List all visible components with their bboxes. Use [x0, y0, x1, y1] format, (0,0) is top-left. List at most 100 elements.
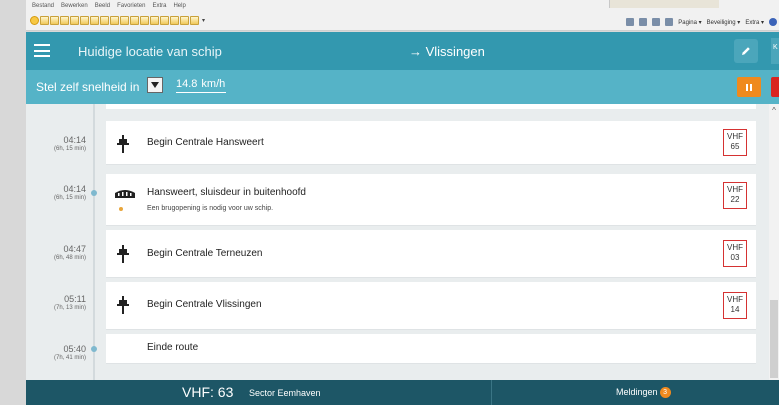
menu-pagina[interactable]: Pagina ▾: [678, 19, 701, 26]
feeds-icon[interactable]: [639, 18, 648, 26]
eta: 05:11 (7h, 13 min): [26, 294, 86, 311]
current-sector: Sector Eemhaven: [249, 388, 321, 398]
timeline-dot: [91, 346, 97, 352]
route-list-scrollbar[interactable]: ^: [769, 104, 779, 380]
menu-beeld[interactable]: Beeld: [95, 3, 110, 9]
route-item: 05:40 (7h, 41 min) Einde route: [26, 334, 769, 364]
eta-time: 04:47: [63, 244, 86, 254]
footer-divider: [491, 380, 492, 405]
header-extra-button[interactable]: K: [771, 38, 779, 64]
vhf-channel-badge[interactable]: VHF 14: [723, 292, 747, 319]
station-icon: [117, 135, 129, 153]
mail-icon[interactable]: [652, 18, 661, 26]
speed-input[interactable]: 14.8 km/h: [176, 78, 226, 93]
favorite-icon[interactable]: [160, 16, 169, 25]
vhf-channel-badge[interactable]: VHF 65: [723, 129, 747, 156]
speed-dropdown[interactable]: [147, 77, 163, 93]
station-icon: [117, 296, 129, 314]
vhf-channel: 65: [730, 142, 740, 151]
warning-dot-icon: [119, 207, 123, 211]
vhf-label: VHF: [727, 185, 743, 194]
route-card[interactable]: Begin Centrale Hansweert VHF 65: [106, 121, 756, 165]
favorite-icon[interactable]: [70, 16, 79, 25]
app-header: Huidige locatie van schip → Vlissingen K: [26, 32, 779, 70]
menu-help[interactable]: Help: [173, 3, 185, 9]
edit-button[interactable]: [734, 39, 758, 63]
speed-label: Stel zelf snelheid in: [36, 80, 140, 94]
meldingen-button[interactable]: Meldingen 3: [616, 387, 671, 398]
menu-beveiliging[interactable]: Beveiliging ▾: [707, 19, 741, 26]
favorite-icon[interactable]: [140, 16, 149, 25]
eta-time: 05:40: [63, 344, 86, 354]
speed-bar: Stel zelf snelheid in 14.8 km/h: [26, 70, 779, 104]
current-vhf: VHF: 63: [182, 384, 234, 400]
route-item: 04:47 (6h, 48 min) Begin Centrale Terneu…: [26, 230, 769, 278]
menu-icon[interactable]: [34, 44, 50, 57]
favorite-icon[interactable]: [150, 16, 159, 25]
route-item-note: Een brugopening is nodig voor uw schip.: [147, 205, 274, 212]
print-icon[interactable]: [665, 18, 674, 26]
route-item: 04:14 (6h, 15 min) Begin Centrale Hanswe…: [26, 121, 769, 165]
route-item-name: Begin Centrale Vlissingen: [147, 299, 262, 310]
eta-time: 04:14: [63, 184, 86, 194]
status-footer: VHF: 63 Sector Eemhaven Meldingen 3: [26, 380, 779, 405]
speed-unit: km/h: [201, 78, 226, 90]
browser-command-bar: Pagina ▾ Beveiliging ▾ Extra ▾: [626, 18, 777, 26]
vhf-label: VHF: [727, 243, 743, 252]
route-card[interactable]: Einde route: [106, 334, 756, 364]
route-card[interactable]: Hansweert, sluisdeur in buitenhoofd Een …: [106, 174, 756, 226]
menu-extra-toolbar[interactable]: Extra ▾: [745, 19, 764, 26]
vhf-label: VHF: [727, 132, 743, 141]
menu-bestand[interactable]: Bestand: [32, 3, 54, 9]
favorite-icon[interactable]: [80, 16, 89, 25]
route-item: 05:11 (7h, 13 min) Begin Centrale Vlissi…: [26, 282, 769, 330]
speed-value: 14.8: [176, 78, 198, 90]
vhf-channel-badge[interactable]: VHF 03: [723, 240, 747, 267]
eta-duration: (6h, 48 min): [53, 255, 86, 261]
vhf-channel: 14: [730, 305, 740, 314]
eta: 04:14 (6h, 15 min): [26, 135, 86, 152]
background-map-strip: [609, 0, 719, 8]
route-item-name: Begin Centrale Hansweert: [147, 137, 264, 148]
favorite-icon[interactable]: [170, 16, 179, 25]
route-item: 04:14 (6h, 15 min) Hansweert, sluisdeur …: [26, 174, 769, 226]
current-location-title[interactable]: Huidige locatie van schip: [78, 44, 222, 59]
favorite-icon[interactable]: [110, 16, 119, 25]
chevron-down-icon[interactable]: ▾: [202, 17, 205, 24]
favorite-icon[interactable]: [120, 16, 129, 25]
favorite-icon[interactable]: [100, 16, 109, 25]
chevron-down-icon: [151, 82, 159, 88]
vhf-channel: 22: [730, 195, 740, 204]
eta: 05:40 (7h, 41 min): [26, 344, 86, 361]
favorite-icon[interactable]: [180, 16, 189, 25]
favorite-icon[interactable]: [40, 16, 49, 25]
vhf-channel-badge[interactable]: VHF 22: [723, 182, 747, 209]
timeline-dot: [91, 190, 97, 196]
scroll-up-icon[interactable]: ^: [769, 106, 779, 115]
menu-extra[interactable]: Extra: [152, 3, 166, 9]
help-icon[interactable]: [769, 18, 777, 26]
destination-label: → Vlissingen: [409, 44, 485, 59]
favorite-icon[interactable]: [190, 16, 199, 25]
scroll-thumb[interactable]: [770, 300, 778, 378]
favorite-icon[interactable]: [50, 16, 59, 25]
browser-chrome: Bestand Bewerken Beeld Favorieten Extra …: [26, 0, 779, 31]
menu-favorieten[interactable]: Favorieten: [117, 3, 145, 9]
previous-card-edge: [106, 104, 756, 109]
route-card[interactable]: Begin Centrale Vlissingen VHF 14: [106, 282, 756, 330]
eta-duration: (7h, 41 min): [53, 355, 86, 361]
pause-button[interactable]: [737, 77, 761, 97]
meldingen-label: Meldingen: [616, 387, 658, 397]
menu-bewerken[interactable]: Bewerken: [61, 3, 88, 9]
route-list: 04:14 (6h, 15 min) Begin Centrale Hanswe…: [26, 104, 769, 380]
favorite-icon[interactable]: [60, 16, 69, 25]
favorite-icon[interactable]: [130, 16, 139, 25]
eta-duration: (6h, 15 min): [53, 195, 86, 201]
favorite-icon[interactable]: [90, 16, 99, 25]
stop-button[interactable]: [771, 77, 779, 97]
home-icon[interactable]: [626, 18, 635, 26]
route-card[interactable]: Begin Centrale Terneuzen VHF 03: [106, 230, 756, 278]
favorites-bar: ▾: [30, 16, 205, 25]
route-item-name: Einde route: [147, 342, 199, 353]
favorites-star-icon[interactable]: [30, 16, 39, 25]
